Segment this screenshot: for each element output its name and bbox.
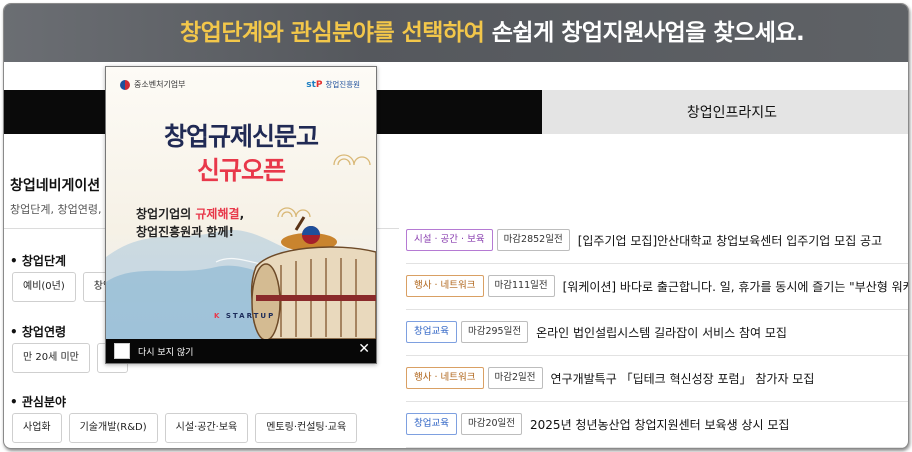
browser-viewport: 창업단계와 관심분야를 선택하여 손쉽게 창업지원사업을 찾으세요. 창업인프라…: [3, 3, 909, 449]
hero-rest: 손쉽게 창업지원사업을 찾으세요.: [484, 20, 805, 46]
tab-infra-map[interactable]: 창업인프라지도: [542, 90, 908, 134]
hero-headline: 창업단계와 관심분야를 선택하여 손쉽게 창업지원사업을 찾으세요.: [180, 13, 805, 47]
filter-interest-label: • 관심분야: [10, 395, 67, 409]
navigation-title: 창업네비게이션: [10, 178, 101, 194]
list-item[interactable]: 행사 · 네트워크 마감2일전 연구개발특구 「딥테크 혁신성장 포럼」 참가자…: [406, 355, 908, 402]
filter-age-label: • 창업연령: [10, 325, 67, 339]
deadline-badge: 마감20일전: [460, 413, 523, 435]
list-item[interactable]: 시설 · 공간 · 보육 마감2852일전 [입주기업 모집]안산대학교 창업보…: [406, 217, 908, 264]
promo-banner-image[interactable]: 중소벤처기업부 stP 창업진흥원 창업규제신문고 신규오픈 창업기업의 규제해…: [106, 67, 376, 339]
dont-show-label[interactable]: 다시 보지 않기: [138, 345, 193, 358]
chip-interest-commercialization[interactable]: 사업화: [12, 413, 62, 443]
category-badge: 창업교육: [406, 321, 457, 343]
popup-title-line1: 창업규제신문고: [163, 122, 319, 151]
drum-icon: [250, 216, 376, 339]
chip-interest-mentoring[interactable]: 멘토링·컨설팅·교육: [255, 413, 358, 443]
kstartup-logo: K STARTUP: [214, 312, 276, 320]
filter-interest-options: 사업화 기술개발(R&D) 시설·공간·보육 멘토링·컨설팅·교육: [12, 413, 358, 443]
close-icon[interactable]: ✕: [358, 341, 370, 357]
category-badge: 시설 · 공간 · 보육: [406, 229, 493, 251]
chip-stage-pre[interactable]: 예비(0년): [12, 272, 76, 302]
promo-illustration: [106, 154, 376, 339]
deadline-badge: 마감295일전: [460, 321, 529, 343]
list-item-title[interactable]: 온라인 법인설립시스템 길라잡이 서비스 참여 모집: [536, 324, 787, 341]
dont-show-checkbox[interactable]: [114, 343, 130, 359]
category-badge: 창업교육: [406, 413, 457, 435]
deadline-badge: 마감2일전: [487, 367, 543, 389]
list-item[interactable]: 창업교육 마감295일전 온라인 법인설립시스템 길라잡이 서비스 참여 모집: [406, 309, 908, 356]
popup-subtitle-line1: 창업기업의 규제해결,: [136, 207, 245, 221]
popup-title-line2: 신규오픈: [196, 156, 286, 185]
list-item-title[interactable]: 연구개발특구 「딥테크 혁신성장 포럼」 참가자 모집: [551, 370, 815, 387]
popup-subtitle-line2: 창업진흥원과 함께!: [136, 225, 234, 239]
navigation-subtitle: 창업단계, 창업연령, 관: [10, 203, 116, 216]
filter-stage-label: • 창업단계: [10, 254, 67, 268]
popup-footer: 다시 보지 않기 ✕: [106, 339, 376, 363]
list-item-title[interactable]: [워케이션] 바다로 출근합니다. 일, 휴가를 동시에 즐기는 "부산형 워케…: [563, 278, 908, 295]
chip-interest-facility[interactable]: 시설·공간·보육: [164, 413, 249, 443]
chip-age-under20[interactable]: 만 20세 미만: [12, 343, 90, 373]
chip-interest-rnd[interactable]: 기술개발(R&D): [68, 413, 158, 443]
deadline-badge: 마감111일전: [487, 275, 555, 297]
promo-popup: 중소벤처기업부 stP 창업진흥원 창업규제신문고 신규오픈 창업기업의 규제해…: [105, 66, 377, 364]
category-badge: 행사 · 네트워크: [406, 275, 484, 297]
list-item-title[interactable]: [입주기업 모집]안산대학교 창업보육센터 입주기업 모집 공고: [578, 232, 882, 249]
list-item[interactable]: 행사 · 네트워크 마감111일전 [워케이션] 바다로 출근합니다. 일, 휴…: [406, 263, 908, 310]
list-item-title[interactable]: 2025년 청년농산업 창업지원센터 보육생 상시 모집: [530, 416, 789, 433]
hero-banner: 창업단계와 관심분야를 선택하여 손쉽게 창업지원사업을 찾으세요.: [4, 4, 908, 62]
category-badge: 행사 · 네트워크: [406, 367, 484, 389]
deadline-badge: 마감2852일전: [496, 229, 570, 251]
list-item[interactable]: 창업교육 마감20일전 2025년 청년농산업 창업지원센터 보육생 상시 모집: [406, 401, 908, 448]
hero-highlight: 창업단계와 관심분야를 선택하여: [180, 20, 485, 46]
tab-infra-map-label: 창업인프라지도: [686, 105, 778, 121]
